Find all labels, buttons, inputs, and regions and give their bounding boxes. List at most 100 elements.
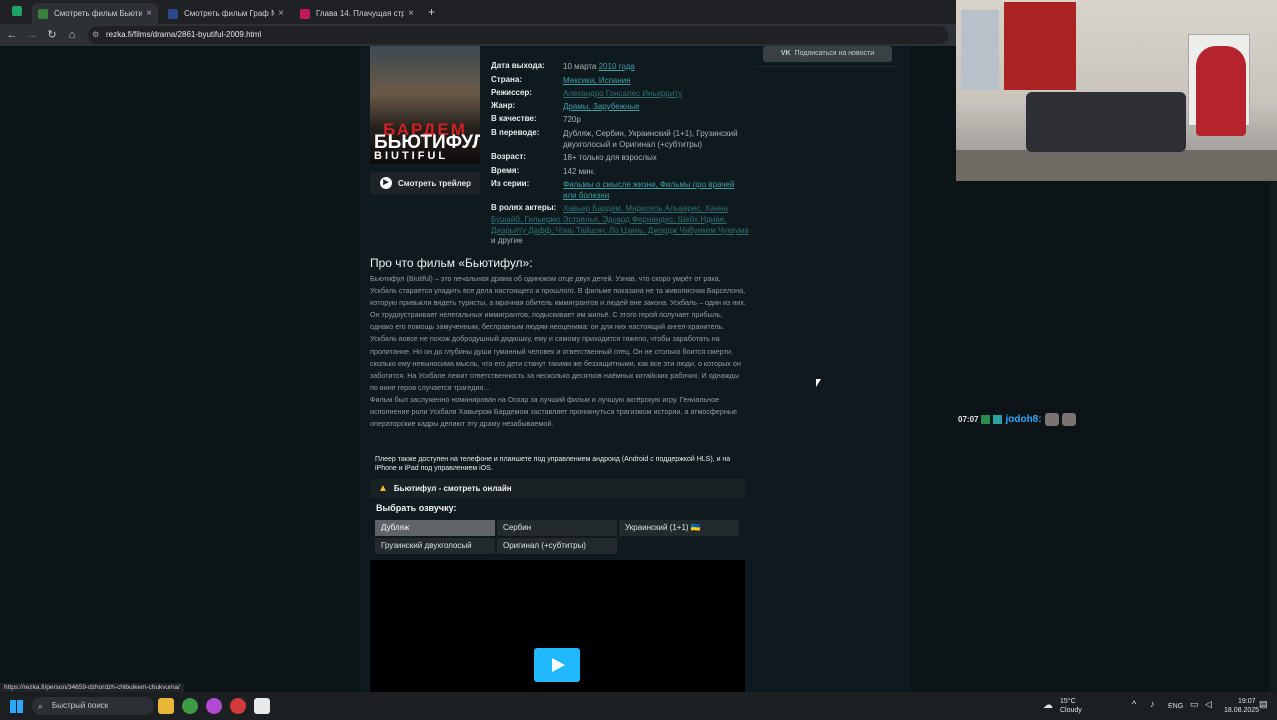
file-explorer-icon[interactable] xyxy=(158,698,174,714)
info-label-time: Время: xyxy=(491,166,520,175)
movie-poster[interactable]: БАРДЕМ БЬЮТИФУЛ BIUTIFUL xyxy=(370,46,480,164)
mouse-cursor-icon xyxy=(816,379,821,387)
director-link[interactable]: Алехандро Гонсалес Иньярриту xyxy=(563,89,682,98)
room-floor xyxy=(956,150,1277,181)
watch-online-title: Бьютифул - смотреть онлайн xyxy=(393,484,512,493)
tab-title: Смотреть фильм Бьютифул онл xyxy=(54,9,143,18)
wall-poster xyxy=(961,10,999,90)
dub-option-dublyazh[interactable]: Дубляж xyxy=(375,520,495,536)
app-icon[interactable] xyxy=(12,6,22,16)
close-tab-icon[interactable]: × xyxy=(408,8,414,19)
url-text: rezka.fi/films/drama/2861-byutiful-2009.… xyxy=(106,30,262,39)
vk-icon: VK xyxy=(780,50,791,57)
page-scrollbar[interactable] xyxy=(1270,180,1277,692)
dub-option-ukrainian[interactable]: Украинский (1+1) 🇺🇦 xyxy=(619,520,739,536)
dub-option-georgian[interactable]: Грузинский двухголосый xyxy=(375,538,495,554)
dub-option-original[interactable]: Оригинал (+субтитры) xyxy=(497,538,617,554)
clock-date[interactable]: 18.08.2025 xyxy=(1224,707,1259,714)
weather-temp: 15°C xyxy=(1060,698,1076,705)
poster-subtitle-text: BIUTIFUL xyxy=(374,150,449,162)
tab-favicon-icon xyxy=(38,8,48,19)
subscribe-label: Подписаться на новости xyxy=(794,50,875,57)
player-notice: Плеер также доступен на телефоне и планш… xyxy=(375,456,731,472)
close-tab-icon[interactable]: × xyxy=(146,8,152,19)
info-label-release: Дата выхода: xyxy=(491,61,545,70)
clock-time[interactable]: 19:07 xyxy=(1238,698,1256,705)
search-placeholder: Быстрый поиск xyxy=(52,701,109,710)
info-value-release: 10 марта 2010 года xyxy=(563,61,749,72)
tab-byutiful[interactable]: Смотреть фильм Бьютифул онл × xyxy=(32,3,158,24)
warning-icon: ▲ xyxy=(378,483,388,494)
info-value-genre: Драмы, Зарубежные xyxy=(563,101,749,112)
app-icon[interactable] xyxy=(230,698,246,714)
genre-link[interactable]: Драмы, Зарубежные xyxy=(563,102,640,111)
release-year-link[interactable]: 2010 года xyxy=(599,62,635,71)
weather-desc: Cloudy xyxy=(1060,707,1082,714)
tab-graf-monte[interactable]: Смотреть фильм Граф Монте × xyxy=(162,3,290,24)
subscribe-news-button[interactable]: VK Подписаться на новости xyxy=(763,46,892,62)
chat-message: 07:07 jodoh8: xyxy=(958,413,1076,426)
tab-title: Смотреть фильм Граф Монте xyxy=(184,9,274,18)
info-value-cast: Хавьер Бардем, Марисель Альварес, Ханна … xyxy=(491,203,749,236)
webcam-overlay xyxy=(956,0,1277,181)
chat-time: 07:07 xyxy=(958,415,979,424)
release-day: 10 марта xyxy=(563,62,599,71)
forward-icon[interactable]: → xyxy=(25,28,39,42)
close-tab-icon[interactable]: × xyxy=(278,8,284,19)
info-value-time: 142 мин. xyxy=(563,167,596,176)
microphone-icon[interactable]: ♪ xyxy=(1150,699,1155,709)
dub-option-serbin[interactable]: Сербин xyxy=(497,520,617,536)
chat-nick: jodoh8: xyxy=(1005,414,1042,425)
watch-trailer-button[interactable]: ▶ Смотреть трейлер xyxy=(370,172,480,194)
info-value-age: 18+ только для взрослых xyxy=(563,153,657,162)
info-value-translation: Дубляж, Сербин, Украинский (1+1), Грузин… xyxy=(563,129,738,149)
info-label-quality: В качестве: xyxy=(491,114,537,123)
network-icon[interactable]: ▭ xyxy=(1190,699,1199,710)
info-label-director: Режиссер: xyxy=(491,88,532,97)
taskbar-search[interactable]: ⌕ Быстрый поиск xyxy=(32,697,154,715)
volume-icon[interactable]: ◁ xyxy=(1205,699,1212,710)
about-heading: Про что фильм «Бьютифул»: xyxy=(370,256,533,270)
windows-start-icon[interactable] xyxy=(10,700,23,713)
tab-title: Глава 14. Плачущая страна | xyxy=(316,9,405,18)
new-tab-button[interactable]: + xyxy=(428,5,435,19)
about-paragraph: Бьютифул (Biutiful) – это печальная драм… xyxy=(370,274,746,332)
notifications-icon[interactable]: ▤ xyxy=(1259,699,1268,710)
reload-icon[interactable]: ↻ xyxy=(45,28,59,42)
wall-poster xyxy=(1004,2,1076,90)
tray-chevron-icon[interactable]: ^ xyxy=(1132,699,1136,709)
chat-badge-icon xyxy=(981,415,991,424)
info-label-age: Возраст: xyxy=(491,152,526,161)
info-label-series: Из серии: xyxy=(491,179,530,188)
home-icon[interactable]: ⌂ xyxy=(65,28,79,42)
cast-suffix: и другие xyxy=(491,236,523,245)
cast-links[interactable]: Хавьер Бардем, Марисель Альварес, Ханна … xyxy=(491,204,749,235)
dub-header: Выбрать озвучку: xyxy=(376,503,457,513)
app-icon[interactable] xyxy=(206,698,222,714)
info-label-genre: Жанр: xyxy=(491,101,516,110)
series-link[interactable]: Фильмы о смысле жизни, Фильмы про врачей… xyxy=(563,180,734,200)
info-value-series: Фильмы о смысле жизни, Фильмы про врачей… xyxy=(563,179,749,201)
app-icon[interactable] xyxy=(254,698,270,714)
info-value-director: Алехандро Гонсалес Иньярриту xyxy=(563,88,749,99)
site-info-icon[interactable]: ⚙ xyxy=(92,26,99,44)
weather-icon[interactable]: ☁ xyxy=(1043,700,1053,711)
emote-icon xyxy=(1044,413,1059,426)
sofa xyxy=(1026,92,1186,152)
back-icon[interactable]: ← xyxy=(5,28,19,42)
tab-favicon-icon xyxy=(168,8,178,19)
about-paragraph: Ускбаль вовсе не похож добродушный дядюш… xyxy=(370,334,741,392)
chat-badge-icon xyxy=(993,415,1003,424)
info-value-quality: 720p xyxy=(563,115,581,124)
info-label-translation: В переводе: xyxy=(491,128,540,137)
country-link[interactable]: Мексика, Испания xyxy=(563,76,631,85)
tab-glava-14[interactable]: Глава 14. Плачущая страна | × xyxy=(294,3,420,24)
address-bar[interactable]: ⚙ rezka.fi/films/drama/2861-byutiful-200… xyxy=(88,26,948,44)
info-value-country: Мексика, Испания xyxy=(563,75,749,86)
language-indicator[interactable]: ENG xyxy=(1168,703,1183,710)
emote-icon xyxy=(1061,413,1076,426)
play-button[interactable] xyxy=(534,648,580,682)
trailer-label: Смотреть трейлер xyxy=(398,178,471,188)
chrome-icon[interactable] xyxy=(182,698,198,714)
play-icon: ▶ xyxy=(380,177,392,189)
